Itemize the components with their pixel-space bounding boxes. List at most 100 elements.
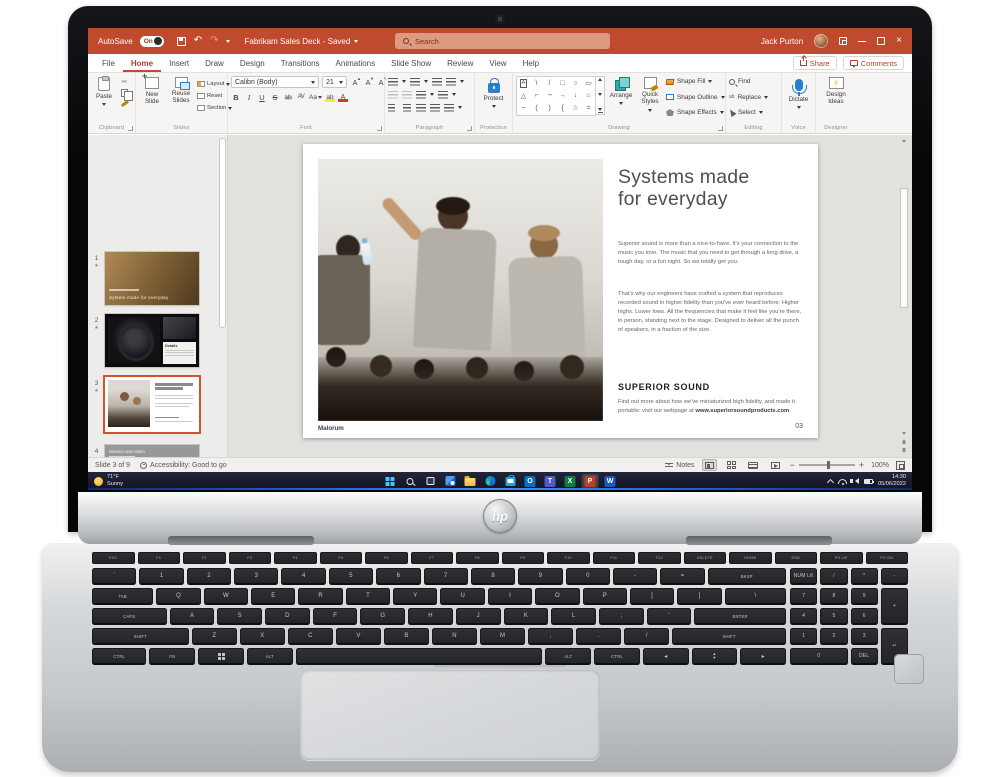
tab-help[interactable]: Help — [515, 54, 547, 72]
zoom-slider[interactable] — [799, 464, 855, 465]
shape-outline-button[interactable]: Shape Outline — [666, 94, 725, 101]
document-title[interactable]: Fabrikam Sales Deck - Saved — [244, 37, 358, 46]
scroll-down-icon[interactable] — [902, 432, 906, 435]
taskbar-task-view[interactable] — [422, 474, 439, 489]
search-bar[interactable]: Search — [395, 33, 610, 49]
arrange-button[interactable]: Arrange — [608, 76, 634, 106]
shape-cell[interactable]: △ — [517, 90, 530, 103]
text-direction-icon[interactable] — [438, 91, 448, 99]
slide-thumbnail-1[interactable]: System made for everyday — [105, 252, 199, 305]
font-color-button[interactable]: A — [338, 91, 348, 103]
shape-gallery-scroll[interactable] — [596, 76, 605, 115]
thumbnail-scrollbar[interactable] — [219, 138, 226, 328]
previous-slide-button[interactable] — [902, 439, 906, 444]
autosave-toggle[interactable]: On — [140, 36, 164, 47]
scroll-up-icon[interactable] — [902, 139, 906, 142]
increase-indent-icon[interactable] — [402, 91, 412, 99]
taskbar-store[interactable] — [502, 474, 519, 489]
shape-effects-button[interactable]: Shape Effects — [666, 109, 725, 116]
shape-cell[interactable]: ¬ — [543, 90, 556, 103]
font-name-select[interactable]: Calibri (Body) — [231, 76, 319, 88]
shape-cell[interactable]: ☆ — [569, 102, 582, 115]
dictate-button[interactable]: Dictate — [786, 76, 812, 110]
tab-home[interactable]: Home — [123, 54, 161, 72]
italic-button[interactable]: I — [244, 91, 254, 103]
slide-body-paragraph-2[interactable]: That's why our engineers have crafted a … — [618, 290, 803, 335]
redo-icon[interactable]: ↷ — [210, 36, 218, 46]
taskbar-widgets[interactable] — [442, 474, 459, 489]
weather-widget[interactable]: 71°FSunny — [88, 474, 123, 488]
shape-cell[interactable]: ~ — [517, 102, 530, 115]
highlight-color-button[interactable]: ab — [325, 91, 335, 103]
network-icon[interactable] — [838, 479, 847, 484]
format-painter-icon[interactable] — [120, 99, 129, 108]
cut-icon[interactable]: ✂ — [120, 77, 129, 86]
taskbar-search[interactable] — [402, 474, 419, 489]
ribbon-display-options-icon[interactable] — [839, 37, 847, 45]
shape-cell[interactable]: { — [556, 102, 569, 115]
accessibility-checker[interactable]: Accessibility: Good to go — [140, 462, 227, 469]
find-button[interactable]: Find — [729, 78, 768, 85]
numbering-icon[interactable] — [410, 78, 420, 86]
slide-cta[interactable]: Find out more about how we've miniaturiz… — [618, 398, 803, 415]
undo-icon[interactable]: ↶ — [194, 36, 202, 46]
text-shadow-button[interactable]: ab — [283, 91, 293, 103]
decrease-indent-icon[interactable] — [388, 91, 398, 99]
shape-cell[interactable]: ( — [530, 102, 543, 115]
canvas-scrollbar[interactable] — [898, 135, 910, 457]
slide-title[interactable]: Systems made for everyday — [618, 166, 803, 210]
normal-view-button[interactable] — [702, 459, 717, 471]
bold-button[interactable]: B — [231, 91, 241, 103]
shape-cell[interactable]: / — [543, 77, 556, 90]
convert-smartart-icon[interactable] — [444, 104, 454, 112]
paste-button[interactable]: Paste — [91, 76, 117, 107]
tab-slide-show[interactable]: Slide Show — [383, 54, 439, 72]
minimize-button[interactable] — [858, 37, 866, 45]
shape-cell[interactable]: → — [556, 90, 569, 103]
shape-fill-button[interactable]: Shape Fill — [666, 78, 725, 85]
zoom-level[interactable]: 100% — [871, 462, 889, 469]
align-right-icon[interactable] — [416, 104, 426, 112]
grow-font-button[interactable]: A▲ — [350, 76, 360, 88]
taskbar-start[interactable] — [382, 474, 399, 489]
font-size-select[interactable]: 21 — [322, 76, 347, 88]
taskbar-powerpoint[interactable]: P — [582, 474, 599, 489]
user-name[interactable]: Jack Purton — [761, 37, 803, 46]
shape-cell[interactable]: ) — [543, 102, 556, 115]
close-button[interactable]: × — [896, 36, 902, 46]
tab-transitions[interactable]: Transitions — [273, 54, 328, 72]
slide-heading[interactable]: SUPERIOR SOUND — [618, 382, 803, 392]
tab-review[interactable]: Review — [439, 54, 481, 72]
zoom-in-button[interactable]: + — [859, 460, 864, 470]
tab-view[interactable]: View — [481, 54, 514, 72]
shape-cell[interactable]: ○ — [569, 77, 582, 90]
shape-cell[interactable]: □ — [556, 77, 569, 90]
zoom-out-button[interactable]: − — [790, 460, 795, 470]
bullets-icon[interactable] — [388, 78, 398, 86]
character-spacing-button[interactable]: AV — [296, 91, 306, 103]
replace-button[interactable]: abReplace — [729, 94, 768, 101]
justify-icon[interactable] — [430, 104, 440, 112]
paragraph-dialog-launcher[interactable] — [467, 126, 472, 131]
comments-button[interactable]: Comments — [843, 56, 904, 70]
slide-canvas[interactable]: Systems made for everyday Superior sound… — [303, 144, 818, 438]
slide-body-paragraph-1[interactable]: Superior sound is more than a nice-to-ha… — [618, 240, 803, 267]
taskbar-outlook[interactable]: O — [522, 474, 539, 489]
shape-cell[interactable]: A — [517, 77, 530, 90]
shape-cell[interactable]: ⌐ — [530, 90, 543, 103]
battery-icon[interactable] — [864, 479, 873, 484]
tab-insert[interactable]: Insert — [161, 54, 197, 72]
select-button[interactable]: Select — [729, 109, 768, 116]
line-spacing-icon[interactable] — [446, 78, 456, 86]
slide-position[interactable]: Slide 3 of 9 — [95, 462, 130, 469]
change-case-button[interactable]: Aa — [309, 91, 322, 103]
taskbar-edge[interactable] — [482, 474, 499, 489]
qat-customize-icon[interactable] — [226, 40, 230, 43]
taskbar-excel[interactable]: X — [562, 474, 579, 489]
quick-styles-button[interactable]: Quick Styles — [637, 76, 663, 113]
save-icon[interactable] — [177, 37, 186, 46]
slide-sorter-view-button[interactable] — [724, 459, 739, 471]
shape-cell[interactable]: = — [582, 102, 595, 115]
reading-view-button[interactable] — [746, 459, 761, 471]
font-dialog-launcher[interactable] — [377, 126, 382, 131]
